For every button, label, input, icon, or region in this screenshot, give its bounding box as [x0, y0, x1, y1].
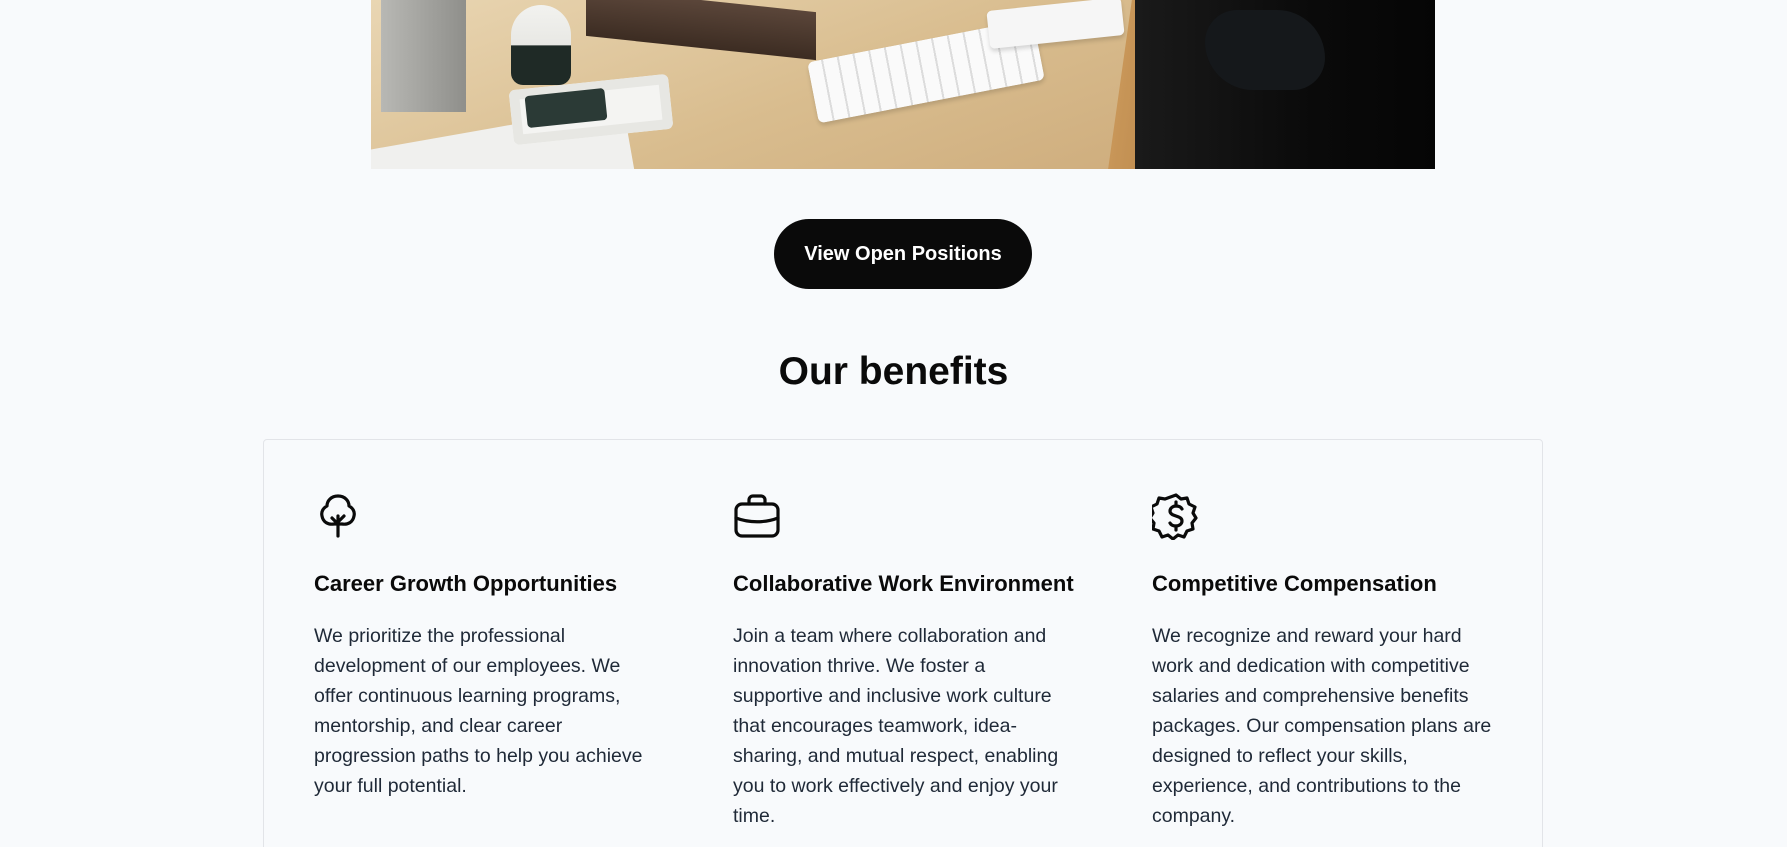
briefcase-icon	[734, 494, 780, 538]
benefit-description: Join a team where collaboration and inno…	[733, 625, 1059, 827]
benefit-career-growth: Career Growth Opportunities We prioritiz…	[314, 492, 659, 801]
dollar-badge-icon	[1152, 493, 1198, 540]
benefit-title: Collaborative Work Environment	[733, 571, 1074, 596]
benefit-title: Competitive Compensation	[1152, 571, 1437, 596]
benefit-competitive-compensation: Competitive Compensation We recognize an…	[1152, 492, 1497, 831]
benefits-heading: Our benefits	[778, 350, 1009, 393]
view-open-positions-button[interactable]: View Open Positions	[774, 219, 1032, 289]
careers-page: View Open Positions Our benefits Career …	[0, 0, 1787, 847]
benefit-collaborative-work: Collaborative Work Environment Join a te…	[733, 492, 1078, 831]
benefit-description: We prioritize the professional developme…	[314, 625, 643, 797]
benefits-card: Career Growth Opportunities We prioritiz…	[263, 439, 1543, 847]
tree-icon	[320, 494, 356, 538]
hero-image	[371, 0, 1435, 169]
benefit-description: We recognize and reward your hard work a…	[1152, 625, 1492, 827]
benefit-title: Career Growth Opportunities	[314, 571, 618, 596]
